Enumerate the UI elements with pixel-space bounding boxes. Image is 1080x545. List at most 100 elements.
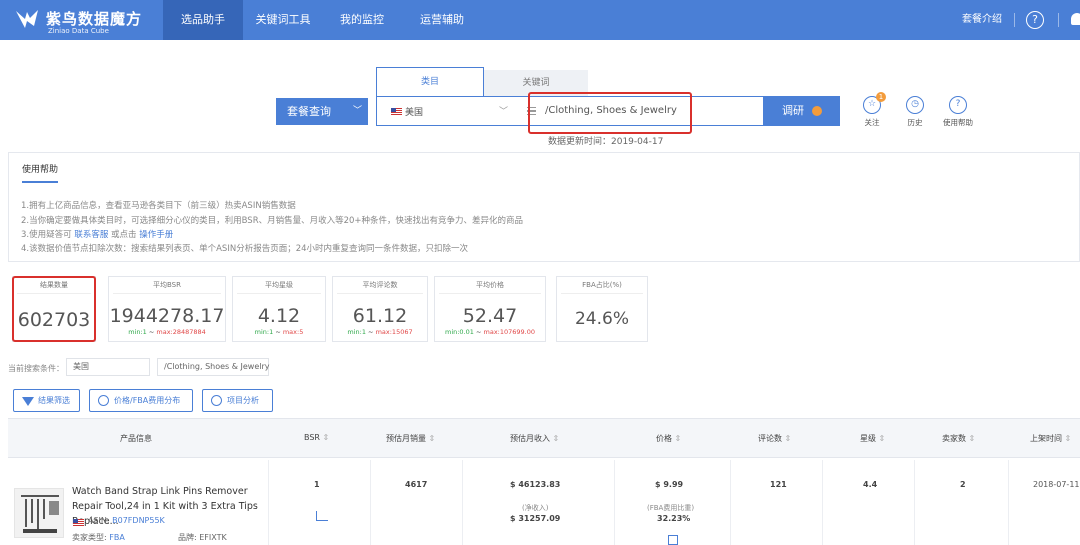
price-fba-distribution-button[interactable]: 价格/FBA费用分布 xyxy=(89,389,193,412)
product-image[interactable] xyxy=(14,488,64,538)
notification-bell-icon[interactable] xyxy=(1071,13,1080,25)
chevron-down-icon: ﹀ xyxy=(352,106,362,116)
fba-ratio-label: (FBA费用比重) xyxy=(647,504,695,512)
cell-price: $ 9.99 xyxy=(655,480,684,489)
manual-link[interactable]: 操作手册 xyxy=(139,230,173,240)
help-panel: 使用帮助 1.拥有上亿商品信息，查看亚马逊各类目下（前三级）热卖ASIN销售数据… xyxy=(8,152,1080,262)
nav-keyword-tool[interactable]: 关键词工具 xyxy=(247,0,319,40)
col-rating[interactable]: 星级 ⇕ xyxy=(860,433,885,444)
stat-average-bsr: 平均BSR 1944278.17 min:1 ~ max:28487884 xyxy=(108,276,226,342)
usage-help-button[interactable]: ? 使用帮助 xyxy=(938,96,978,128)
country-select[interactable]: 美国 xyxy=(405,105,423,118)
col-bsr[interactable]: BSR ⇕ xyxy=(304,433,329,442)
nav-my-monitoring[interactable]: 我的监控 xyxy=(327,0,397,40)
stat-value: 24.6% xyxy=(574,309,629,329)
research-label: 调研 xyxy=(782,104,804,117)
cell-sellers: 2 xyxy=(960,480,966,489)
col-monthly-sales[interactable]: 预估月销量 ⇕ xyxy=(386,433,435,444)
col-sellers-label: 卖家数 xyxy=(942,434,966,443)
package-query-dropdown[interactable]: 套餐查询 ﹀ xyxy=(276,98,368,125)
dollar-icon xyxy=(98,395,109,406)
table-header: 产品信息 BSR ⇕ 预估月销量 ⇕ 预估月收入 ⇕ 价格 ⇕ 评论数 ⇕ 星级… xyxy=(8,418,1080,458)
contact-service-link[interactable]: 联系客服 xyxy=(74,230,108,240)
cell-monthly-sales: 4617 xyxy=(405,480,428,489)
help-line-4: 4.该数据价值节点扣除次数：搜索结果列表页、单个ASIN分析报告页面；24小时内… xyxy=(21,244,469,254)
col-sellers[interactable]: 卖家数 ⇕ xyxy=(942,433,975,444)
col-bsr-label: BSR xyxy=(304,433,320,442)
col-monthly-revenue-label: 预估月收入 xyxy=(510,434,550,443)
col-listed-date[interactable]: 上架时间 ⇕ xyxy=(1030,433,1071,444)
chevron-down-icon[interactable]: ﹀ xyxy=(499,104,508,117)
stat-label: FBA占比(%) xyxy=(582,281,622,289)
seller-type-label: 卖家类型: xyxy=(72,533,107,542)
data-update-time: 数据更新时间：2019-04-17 xyxy=(548,137,664,147)
divider xyxy=(370,460,371,545)
logo-title: 紫鸟数据魔方 xyxy=(46,10,143,28)
tab-category[interactable]: 类目 xyxy=(376,67,484,97)
help-question-icon[interactable]: ? xyxy=(1026,11,1044,29)
help-line-3-mid: 或点击 xyxy=(111,230,137,240)
sort-icon: ⇕ xyxy=(878,434,886,443)
research-icon xyxy=(812,106,822,116)
stat-average-price: 平均价格 52.47 min:0.01 ~ max:107699.00 xyxy=(434,276,546,342)
asin-link[interactable]: B07FDNP55K xyxy=(112,516,165,525)
stat-min: min:1 xyxy=(347,328,366,336)
divider xyxy=(730,460,731,545)
divider xyxy=(337,293,423,294)
divider xyxy=(1058,13,1059,27)
stat-range: min:1 ~ max:28487884 xyxy=(128,328,206,336)
calculator-icon[interactable] xyxy=(668,535,678,545)
col-product-info: 产品信息 xyxy=(120,434,152,443)
sort-icon: ⇕ xyxy=(1064,434,1072,443)
cell-bsr: 1 xyxy=(314,480,320,489)
nav-product-assistant[interactable]: 选品助手 xyxy=(163,0,243,40)
usage-help-label: 使用帮助 xyxy=(943,118,973,127)
asin-label: ASIN: xyxy=(88,516,110,525)
nav-operations-assistant[interactable]: 运营辅助 xyxy=(405,0,479,40)
col-price[interactable]: 价格 ⇕ xyxy=(656,433,681,444)
stat-max: max:15067 xyxy=(375,328,413,336)
question-icon: ? xyxy=(949,96,967,114)
funnel-icon xyxy=(22,397,34,406)
cell-reviews: 121 xyxy=(770,480,787,489)
research-button[interactable]: 调研 xyxy=(764,96,840,126)
history-button[interactable]: ◷ 历史 xyxy=(895,96,935,128)
col-reviews[interactable]: 评论数 ⇕ xyxy=(758,433,791,444)
col-rating-label: 星级 xyxy=(860,434,876,443)
project-analysis-button[interactable]: 项目分析 xyxy=(202,389,273,412)
trend-chart-icon[interactable] xyxy=(316,511,328,521)
cell-listed-date: 2018-07-11 xyxy=(1033,480,1080,489)
stat-average-reviews: 平均评论数 61.12 min:1 ~ max:15067 xyxy=(332,276,428,342)
sort-icon: ⇕ xyxy=(968,434,976,443)
follow-button[interactable]: ☆ 1 关注 xyxy=(852,92,892,128)
logo[interactable]: 紫鸟数据魔方 Ziniao Data Cube xyxy=(14,6,164,36)
stat-min: min:1 xyxy=(254,328,274,336)
stat-value: 4.12 xyxy=(257,305,301,327)
package-intro-link[interactable]: 套餐介绍 xyxy=(962,0,1002,40)
project-analysis-label: 项目分析 xyxy=(227,396,259,405)
divider xyxy=(237,293,321,294)
help-line-2: 2.当你确定要做具体类目时，可选择细分心仪的类目，利用BSR、月销售量、月收入等… xyxy=(21,216,524,226)
logo-subtitle: Ziniao Data Cube xyxy=(48,27,109,35)
divider xyxy=(462,460,463,545)
stat-fba-ratio: FBA占比(%) 24.6% xyxy=(556,276,648,342)
sort-icon: ⇕ xyxy=(674,434,682,443)
cell-monthly-revenue: $ 46123.83 xyxy=(510,480,561,489)
current-conditions-label: 当前搜索条件： xyxy=(8,364,64,373)
bird-logo-icon xyxy=(16,10,38,28)
help-title[interactable]: 使用帮助 xyxy=(22,162,59,183)
sort-icon: ⇕ xyxy=(322,433,330,442)
condition-country: 美国 xyxy=(66,358,150,376)
us-flag-icon xyxy=(73,519,84,526)
filter-results-button[interactable]: 结果筛选 xyxy=(13,389,80,412)
stat-value: 1944278.17 xyxy=(109,305,225,327)
col-monthly-revenue[interactable]: 预估月收入 ⇕ xyxy=(510,433,559,444)
divider xyxy=(1008,460,1009,545)
stat-value: 52.47 xyxy=(462,305,518,327)
filter-results-label: 结果筛选 xyxy=(38,396,70,405)
stat-min: min:0.01 xyxy=(444,328,474,336)
highlight-box-category xyxy=(528,92,692,134)
help-line-3-prefix: 3.使用疑答可 xyxy=(21,230,72,240)
divider xyxy=(268,460,269,545)
stat-range: min:0.01 ~ max:107699.00 xyxy=(444,328,536,336)
